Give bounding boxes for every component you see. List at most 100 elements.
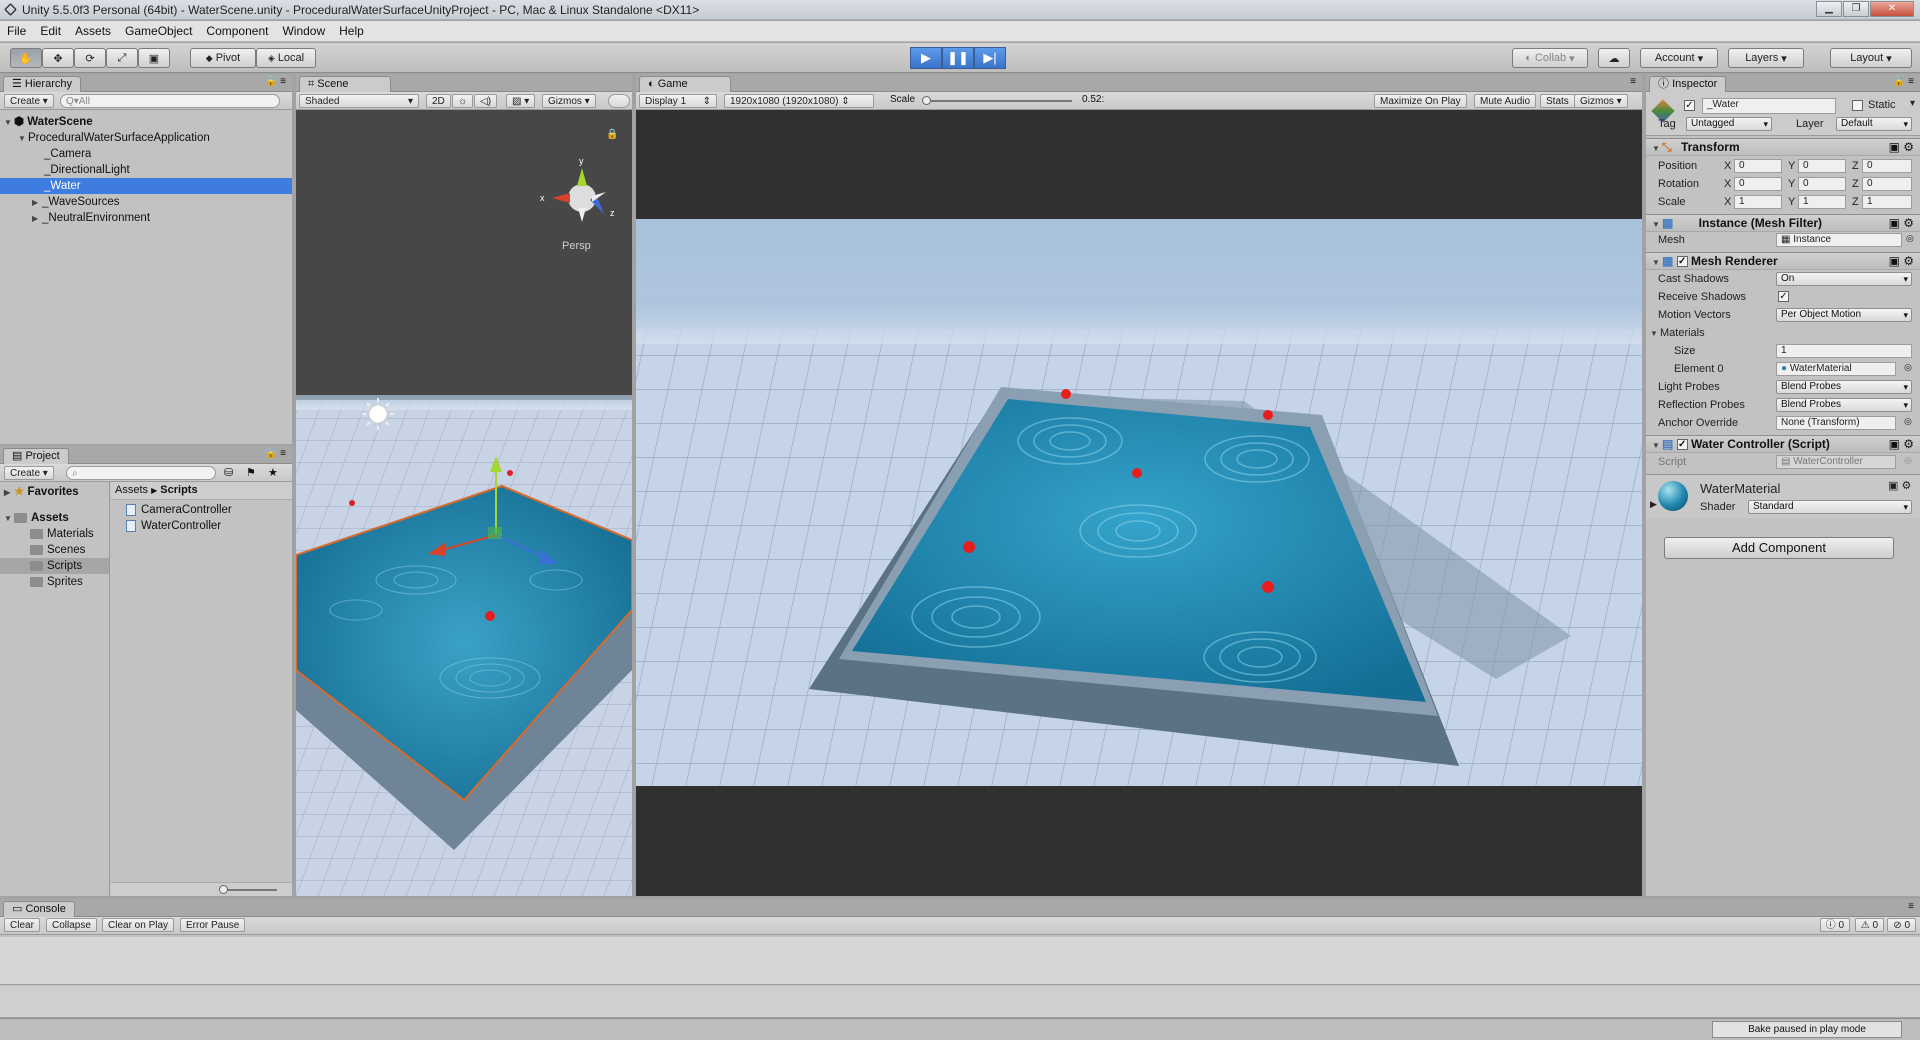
lock-icon[interactable]: 🔒 <box>606 128 618 140</box>
menu-help[interactable]: Help <box>332 24 371 38</box>
console-detail-area[interactable] <box>0 986 1920 1017</box>
rotate-tool-button[interactable]: ⟳ <box>74 48 106 68</box>
mesh-renderer-enabled-checkbox[interactable]: ✓ <box>1676 256 1688 268</box>
list-item[interactable]: _Camera <box>0 146 292 162</box>
object-picker-icon[interactable]: ◎ <box>1904 362 1912 373</box>
list-item[interactable]: ▼ ProceduralWaterSurfaceApplication <box>0 130 292 146</box>
pause-button[interactable]: ❚❚ <box>942 47 974 69</box>
game-gizmos-dropdown[interactable]: Gizmos ▾ <box>1574 94 1628 108</box>
static-checkbox[interactable] <box>1852 100 1863 111</box>
menu-edit[interactable]: Edit <box>33 24 68 38</box>
hierarchy-create-dropdown[interactable]: Create ▾ <box>4 94 54 108</box>
menu-window[interactable]: Window <box>275 24 332 38</box>
hierarchy-search-input[interactable]: Q▾All <box>60 94 280 108</box>
expand-triangle-icon[interactable]: ▼ <box>1650 329 1660 338</box>
project-search-input[interactable]: ⌕ <box>66 466 216 480</box>
panel-menu-icon[interactable]: 🔒 ≡ <box>265 76 286 87</box>
add-component-button[interactable]: Add Component <box>1664 537 1894 559</box>
move-tool-button[interactable]: ✥ <box>42 48 74 68</box>
list-item[interactable]: _DirectionalLight <box>0 162 292 178</box>
tag-dropdown[interactable]: Untagged <box>1686 117 1772 131</box>
wave-source-marker[interactable] <box>963 541 975 553</box>
assets-row[interactable]: ▼ Assets <box>0 510 109 526</box>
tab-project[interactable]: ▤ Project <box>3 448 69 465</box>
expand-triangle-icon[interactable]: ▼ <box>4 115 14 131</box>
wave-source-marker[interactable] <box>1263 410 1273 420</box>
file-item[interactable]: WaterController <box>126 518 292 534</box>
panel-menu-icon[interactable]: 🔒 ≡ <box>1893 76 1914 87</box>
local-toggle[interactable]: ◈ Local <box>256 48 316 68</box>
wave-source-marker[interactable] <box>349 500 355 506</box>
tab-inspector[interactable]: ⓘ Inspector <box>1649 76 1727 93</box>
maximize-on-play-toggle[interactable]: Maximize On Play <box>1374 94 1467 108</box>
expand-triangle-icon[interactable]: ▼ <box>1652 254 1662 271</box>
object-picker-icon[interactable]: ◎ <box>1904 416 1912 427</box>
layer-dropdown[interactable]: Default <box>1836 117 1912 131</box>
menu-component[interactable]: Component <box>199 24 275 38</box>
mute-audio-toggle[interactable]: Mute Audio <box>1474 94 1537 108</box>
scene-lighting-toggle[interactable]: ☼ <box>452 94 474 108</box>
info-count-toggle[interactable]: ⓘ 0 <box>1819 918 1850 932</box>
gear-icon[interactable]: ▣ ⚙ <box>1889 139 1914 156</box>
active-checkbox[interactable]: ✓ <box>1684 100 1695 111</box>
scale-tool-button[interactable]: ⤢ <box>106 48 138 68</box>
star-icon[interactable]: ★ <box>268 466 278 479</box>
scale-slider-thumb[interactable] <box>922 96 931 105</box>
layers-dropdown[interactable]: Layers ▾ <box>1728 48 1804 68</box>
wave-source-marker[interactable] <box>507 470 513 476</box>
reflection-probes-dropdown[interactable]: Blend Probes <box>1776 398 1912 412</box>
hand-tool-button[interactable]: ✋ <box>10 48 42 68</box>
warning-count-toggle[interactable]: ⚠ 0 <box>1854 918 1884 932</box>
resolution-dropdown[interactable]: 1920x1080 (1920x1080) ⇕ <box>724 94 874 108</box>
receive-shadows-checkbox[interactable]: ✓ <box>1778 291 1789 302</box>
gear-icon[interactable]: ▣ ⚙ <box>1889 215 1914 232</box>
scale-x-field[interactable]: 1 <box>1734 195 1782 209</box>
water-controller-enabled-checkbox[interactable]: ✓ <box>1676 439 1688 451</box>
console-error-pause-toggle[interactable]: Error Pause <box>180 918 246 932</box>
expand-triangle-icon[interactable]: ▶ <box>32 211 42 227</box>
scale-y-field[interactable]: 1 <box>1798 195 1846 209</box>
wave-source-marker[interactable] <box>1262 581 1274 593</box>
console-collapse-toggle[interactable]: Collapse <box>46 918 97 932</box>
file-item[interactable]: CameraController <box>126 502 292 518</box>
filter-label-icon[interactable]: ⚑ <box>246 466 256 479</box>
position-z-field[interactable]: 0 <box>1862 159 1912 173</box>
menu-file[interactable]: File <box>0 24 33 38</box>
project-create-dropdown[interactable]: Create ▾ <box>4 466 54 480</box>
transform-header[interactable]: ▼ ⤡ Transform ▣ ⚙ <box>1646 138 1920 156</box>
account-dropdown[interactable]: Account ▾ <box>1640 48 1718 68</box>
scene-gizmos-dropdown[interactable]: Gizmos ▾ <box>542 94 596 108</box>
minimize-button[interactable]: ▁ <box>1816 1 1842 17</box>
play-button[interactable]: ▶ <box>910 47 942 69</box>
tab-game[interactable]: ◐ Game <box>639 76 731 93</box>
expand-triangle-icon[interactable]: ▼ <box>1652 437 1662 454</box>
close-button[interactable]: ✕ <box>1870 1 1914 17</box>
display-dropdown[interactable]: Display 1 ⇕ <box>639 94 717 108</box>
materials-foldout[interactable]: ▼ Materials <box>1650 327 1705 339</box>
folder-item-selected[interactable]: Scripts <box>0 558 109 574</box>
folder-item[interactable]: Sprites <box>0 574 109 590</box>
list-item[interactable]: ▶ _NeutralEnvironment <box>0 210 292 226</box>
gear-icon[interactable]: ▣ ⚙ <box>1889 253 1914 270</box>
scale-z-field[interactable]: 1 <box>1862 195 1912 209</box>
tab-hierarchy[interactable]: ☰ Hierarchy <box>3 76 81 93</box>
filter-type-icon[interactable]: ⛁ <box>224 466 233 479</box>
motion-vectors-dropdown[interactable]: Per Object Motion <box>1776 308 1912 322</box>
panel-menu-icon[interactable]: ≡ <box>1630 76 1636 87</box>
expand-triangle-icon[interactable]: ▶ <box>32 195 42 211</box>
console-clear-on-play-toggle[interactable]: Clear on Play <box>102 918 175 932</box>
shading-dropdown[interactable]: Shaded ▾ <box>299 94 419 108</box>
zoom-slider-thumb[interactable] <box>219 885 228 894</box>
breadcrumb-root[interactable]: Assets <box>115 484 148 496</box>
maximize-button[interactable]: ❐ <box>1843 1 1869 17</box>
rect-tool-button[interactable]: ▣ <box>138 48 170 68</box>
folder-item[interactable]: Scenes <box>0 542 109 558</box>
perspective-label[interactable]: Persp <box>562 240 591 252</box>
mesh-filter-header[interactable]: ▼ ▦ Instance (Mesh Filter) ▣ ⚙ <box>1646 214 1920 232</box>
expand-triangle-icon[interactable]: ▼ <box>1652 140 1662 157</box>
light-probes-dropdown[interactable]: Blend Probes <box>1776 380 1912 394</box>
materials-size-field[interactable]: 1 <box>1776 344 1912 358</box>
wave-source-marker[interactable] <box>485 611 495 621</box>
cloud-button[interactable]: ☁ <box>1598 48 1630 68</box>
rotation-z-field[interactable]: 0 <box>1862 177 1912 191</box>
